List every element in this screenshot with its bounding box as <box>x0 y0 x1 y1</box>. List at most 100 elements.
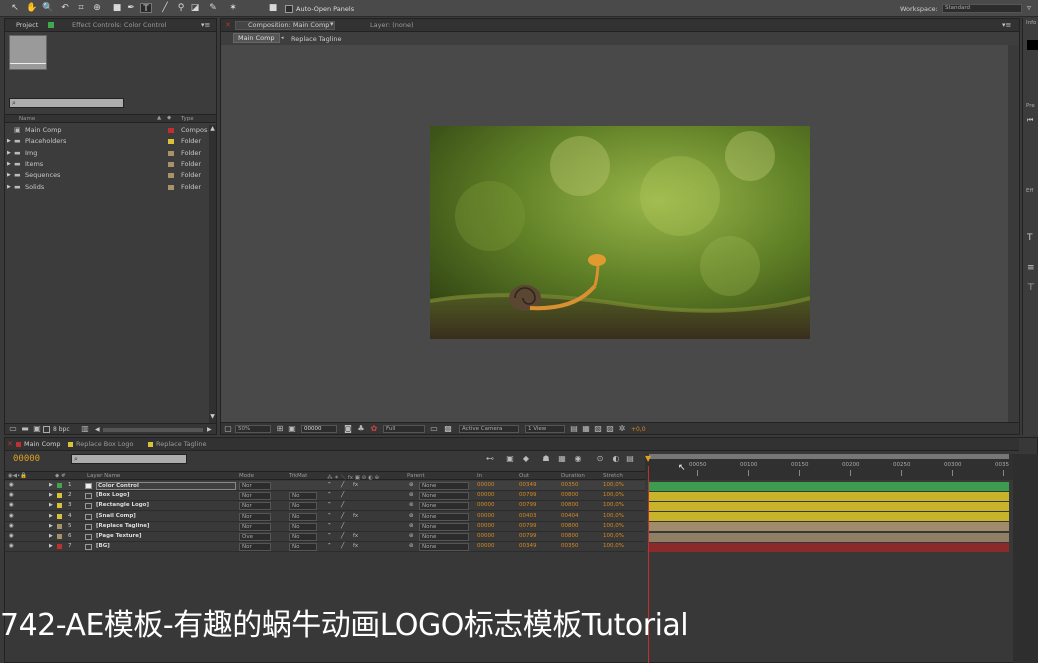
layer-parent-dropdown[interactable]: None <box>419 492 469 501</box>
breadcrumb-replace-tagline[interactable]: Replace Tagline <box>291 35 342 43</box>
visibility-eye-icon[interactable]: ◉ <box>9 502 14 508</box>
shy-switch-icon[interactable]: ⌃ <box>327 513 332 519</box>
layer-row[interactable]: ◉ ▶ 5 [Replace Tagline] Nor No ⌃ ╱ ⊚ None 00000 007… <box>5 521 645 532</box>
quality-switch-icon[interactable]: ╱ <box>341 482 344 488</box>
layer-name[interactable]: [Rectangle Logo] <box>96 502 149 508</box>
live-update-icon[interactable]: ▣ <box>505 454 515 464</box>
rotate-tool-icon[interactable]: ↶ <box>60 3 70 13</box>
snapshot-icon[interactable]: ◙ <box>343 424 353 434</box>
layer-in-point[interactable]: 00000 <box>477 533 495 539</box>
hand-tool-icon[interactable]: ✋ <box>26 3 37 13</box>
layer-row[interactable]: ◉ ▶ 6 [Page Texture] Ove No ⌃ ╱ fx ⊚ None 00000 0079… <box>5 532 645 542</box>
layer-trkmat-dropdown[interactable]: No <box>289 533 317 541</box>
new-folder-icon[interactable]: ▬ <box>20 424 30 434</box>
brush-tool-icon[interactable]: ╱ <box>160 3 170 13</box>
layer-trkmat-dropdown[interactable]: No <box>289 502 317 511</box>
motion-blur-icon[interactable]: ◉ <box>573 454 583 464</box>
expand-layer-arrow-icon[interactable]: ▶ <box>49 492 53 498</box>
visibility-eye-icon[interactable]: ◉ <box>9 523 14 529</box>
fx-switch[interactable]: fx <box>353 533 358 539</box>
parent-pickwhip-icon[interactable]: ⊚ <box>409 543 414 549</box>
layer-out-point[interactable]: 00403 <box>519 513 537 519</box>
layer-label-color[interactable] <box>57 534 62 539</box>
layer-in-point[interactable]: 00000 <box>477 482 495 488</box>
layer-in-point[interactable]: 00000 <box>477 502 495 508</box>
pen-tool-icon[interactable]: ✒ <box>126 3 136 13</box>
shape-tool-icon[interactable]: ■ <box>112 3 122 13</box>
timeline-search-input[interactable]: ⌕ <box>71 454 187 464</box>
layer-out-point[interactable]: 00799 <box>519 502 537 508</box>
layer-stretch[interactable]: 100,0% <box>603 543 624 549</box>
brainstorm-icon[interactable]: ◐ <box>611 454 621 464</box>
breadcrumb-main-comp[interactable]: Main Comp <box>233 33 280 43</box>
panel-menu-icon[interactable]: ▾≡ <box>201 21 210 29</box>
zoom-dropdown[interactable]: 50% <box>235 425 271 433</box>
text-tool-icon[interactable]: T <box>140 3 152 14</box>
comp-mini-flowchart-icon[interactable]: ⊷ <box>485 454 495 464</box>
layer-duration[interactable]: 00800 <box>561 502 579 508</box>
tab-layer[interactable]: Layer: (none) <box>361 20 414 31</box>
exposure-value[interactable]: +0,0 <box>631 426 646 433</box>
composition-viewer-image[interactable] <box>430 126 810 339</box>
comp-marker-icon[interactable]: ▤ <box>625 454 635 464</box>
eraser-tool-icon[interactable]: ◪ <box>190 3 200 13</box>
search-help-icon[interactable]: ▿ <box>1027 3 1031 12</box>
view-layout-dropdown[interactable]: 1 View <box>525 425 565 433</box>
expand-layer-arrow-icon[interactable]: ▶ <box>49 513 53 519</box>
scroll-down-arrow-icon[interactable]: ▼ <box>209 413 216 423</box>
col-stretch[interactable]: Stretch <box>603 473 623 479</box>
close-timeline-tab-icon[interactable]: ✕ <box>7 440 13 448</box>
layer-name[interactable]: Color Control <box>96 482 236 490</box>
layer-mode-dropdown[interactable]: Nor <box>239 492 271 501</box>
tab-main-comp[interactable]: Main Comp <box>15 439 61 450</box>
camera-tool-icon[interactable]: ⌗ <box>76 3 86 13</box>
layer-duration-bar[interactable] <box>649 532 1009 542</box>
always-preview-icon[interactable]: ▢ <box>223 424 233 434</box>
layer-duration[interactable]: 00800 <box>561 523 579 529</box>
shy-switch-icon[interactable]: ⌃ <box>327 533 332 539</box>
parent-pickwhip-icon[interactable]: ⊚ <box>409 513 414 519</box>
parent-pickwhip-icon[interactable]: ⊚ <box>409 523 414 529</box>
layer-trkmat-dropdown[interactable]: No <box>289 543 317 552</box>
layer-mode-dropdown[interactable]: Nor <box>239 543 271 552</box>
expand-arrow-icon[interactable]: ▶ <box>7 136 11 147</box>
tab-replace-tagline[interactable]: Replace Tagline <box>147 439 207 450</box>
layer-parent-dropdown[interactable]: None <box>419 512 469 521</box>
expand-layer-arrow-icon[interactable]: ▶ <box>49 482 53 488</box>
parent-pickwhip-icon[interactable]: ⊚ <box>409 502 414 508</box>
mask-visibility-icon[interactable]: ▣ <box>287 424 297 434</box>
shy-switch-icon[interactable]: ⌃ <box>327 543 332 549</box>
layer-row[interactable]: ◉ ▶ 1 Color Control Nor ⌃ ╱ fx ⊚ None 00000 00349 00… <box>5 481 645 491</box>
expand-arrow-icon[interactable]: ▶ <box>7 148 11 159</box>
shy-switch-icon[interactable]: ⌃ <box>327 492 332 498</box>
layer-name[interactable]: [Page Texture] <box>96 533 142 539</box>
project-item[interactable]: ▶ ▬ Items Folder <box>5 159 209 170</box>
layer-name[interactable]: [Box Logo] <box>96 492 129 498</box>
layer-duration[interactable]: 00350 <box>561 482 579 488</box>
project-item[interactable]: ▶ ▬ Sequences Folder <box>5 170 209 181</box>
layer-in-point[interactable]: 00000 <box>477 492 495 498</box>
current-time-indicator-icon[interactable]: ▼ <box>645 454 653 480</box>
layer-mode-dropdown[interactable]: Ove <box>239 533 271 541</box>
graph-editor-icon[interactable]: ⊙ <box>595 454 605 464</box>
current-time-field[interactable]: 00000 <box>301 425 337 433</box>
frame-blending-icon[interactable]: ▦ <box>557 454 567 464</box>
layer-row[interactable]: ◉ ▶ 7 [BG] Nor No ⌃ ╱ fx ⊚ None 00000 00349 00350 100,… <box>5 542 645 553</box>
new-comp-icon[interactable]: ▣ <box>32 424 42 434</box>
layer-parent-dropdown[interactable]: None <box>419 482 469 490</box>
layer-row[interactable]: ◉ ▶ 3 [Rectangle Logo] Nor No ⌃ ╱ ⊚ None 00000 0079… <box>5 501 645 512</box>
layer-label-color[interactable] <box>57 493 62 499</box>
layer-mode-dropdown[interactable]: Nor <box>239 512 271 521</box>
layer-label-color[interactable] <box>57 483 62 488</box>
layer-row[interactable]: ◉ ▶ 4 [Snail Comp] Nor No ⌃ ╱ fx ⊚ None 00000 00403 0… <box>5 511 645 522</box>
interpret-footage-icon[interactable]: ▭ <box>8 424 18 434</box>
roto-brush-tool-icon[interactable]: ✎ <box>208 3 218 13</box>
layer-mode-dropdown[interactable]: Nor <box>239 522 271 531</box>
layer-in-point[interactable]: 00000 <box>477 543 495 549</box>
layer-duration-bar[interactable] <box>649 512 1009 522</box>
work-area-bar[interactable] <box>649 454 1009 459</box>
col-parent[interactable]: Parent <box>407 473 425 479</box>
quality-switch-icon[interactable]: ╱ <box>341 533 344 539</box>
project-item[interactable]: ▶ ▬ Img Folder <box>5 148 209 159</box>
layer-stretch[interactable]: 100,0% <box>603 523 624 529</box>
